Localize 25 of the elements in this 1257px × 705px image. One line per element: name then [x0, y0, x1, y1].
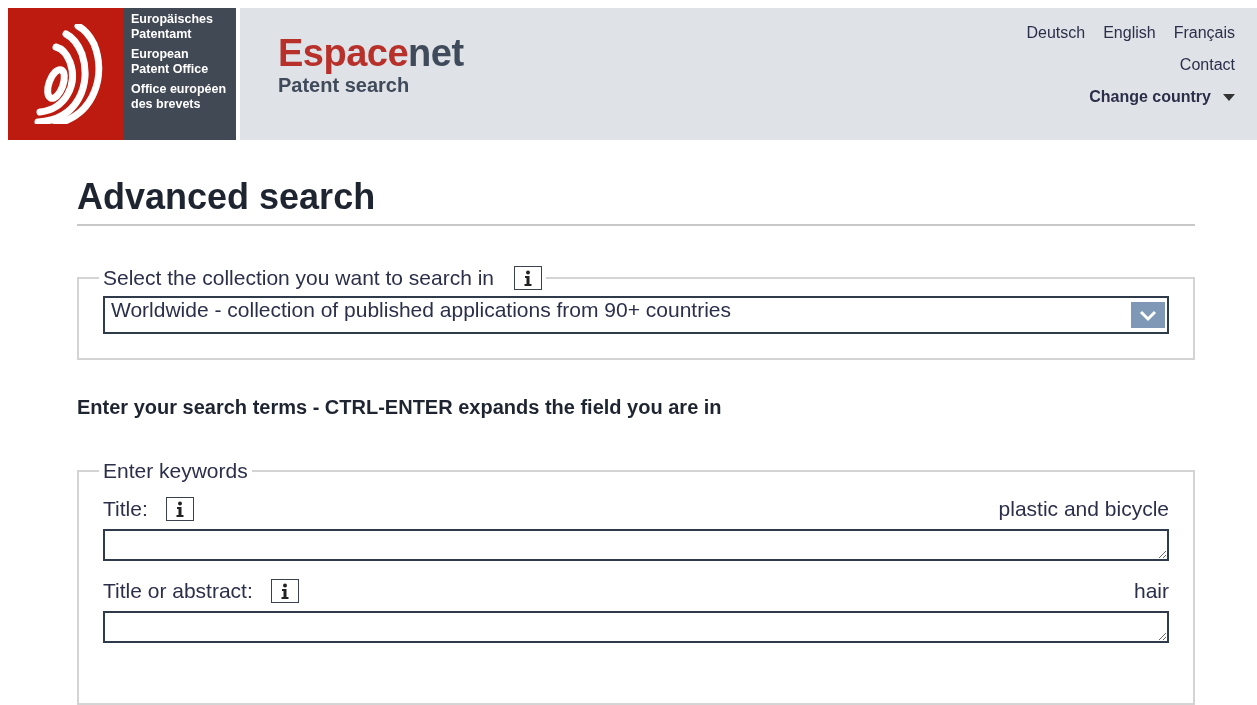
instructions-text: Enter your search terms - CTRL-ENTER expands the field you are in [77, 396, 723, 419]
info-icon[interactable] [165, 497, 194, 521]
brand-name[interactable]: Espacenet [278, 32, 464, 74]
info-icon[interactable] [270, 579, 299, 603]
brand-subtitle: Patent search [278, 74, 411, 97]
example-text: hair [1133, 579, 1169, 603]
keywords-legend: Enter keywords [103, 459, 248, 483]
field-label: Title: [103, 497, 148, 521]
collection-dropdown[interactable]: Worldwide - collection of published applications from 90+ countries [103, 296, 1169, 334]
text-input-field[interactable] [103, 529, 1169, 561]
caret-icon [1223, 93, 1235, 101]
example-text: plastic and bicycle [998, 497, 1169, 521]
field-label: Title or abstract: [103, 579, 253, 603]
organisation-name: European Patent Office [131, 47, 210, 77]
language-link[interactable]: Français [1173, 24, 1235, 42]
text-input-field[interactable] [103, 611, 1169, 643]
collection-legend: Select the collection you want to search in [103, 266, 495, 290]
organisation-name: Office européen des brevets [131, 82, 228, 112]
organisation-name: Europäisches Patentamt [131, 12, 214, 42]
language-link[interactable]: English [1103, 24, 1156, 42]
info-icon[interactable] [514, 266, 543, 290]
language-link[interactable]: Deutsch [1026, 24, 1086, 42]
page-title: Advanced search [77, 176, 1195, 226]
change-country-button[interactable]: Change country [1089, 88, 1235, 106]
contact-link[interactable]: Contact [1179, 56, 1235, 74]
